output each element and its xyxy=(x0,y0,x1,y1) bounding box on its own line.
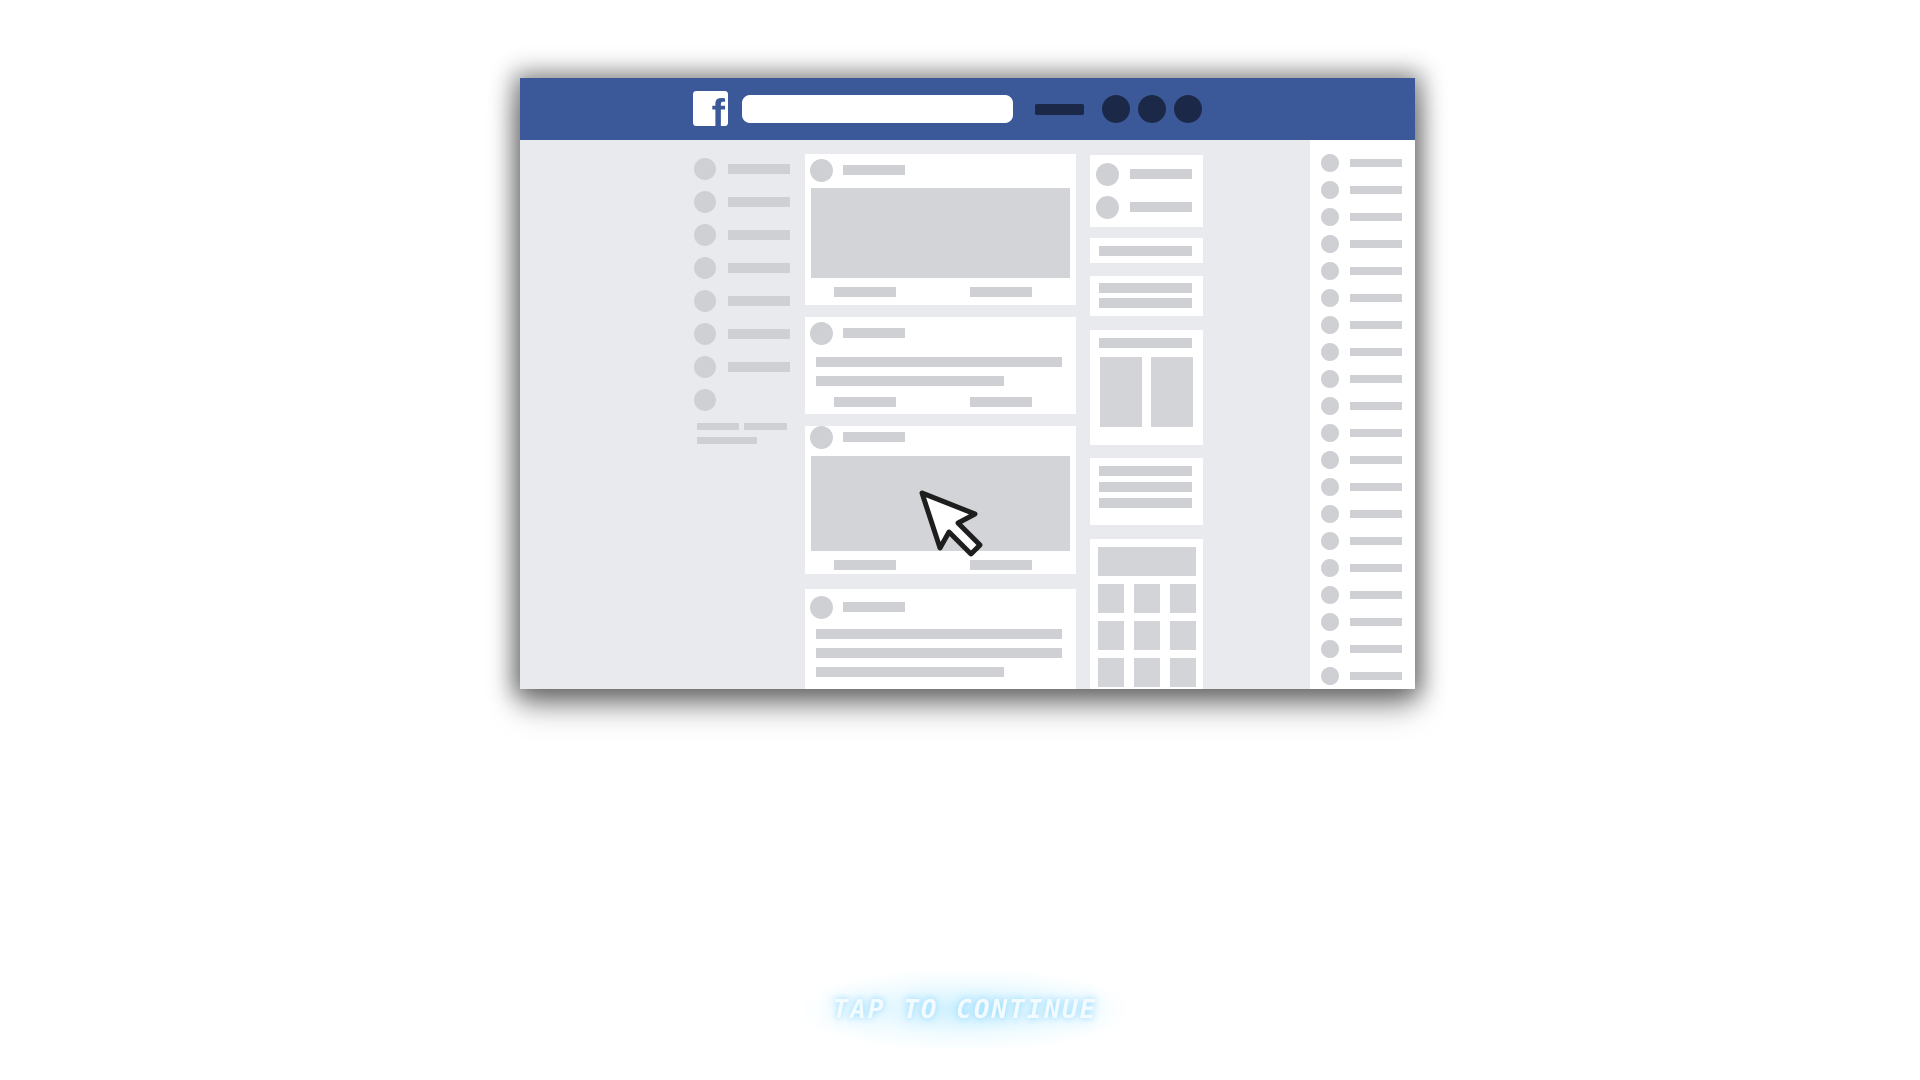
widget[interactable] xyxy=(1090,458,1203,525)
widget[interactable] xyxy=(1090,276,1203,316)
footer-link[interactable] xyxy=(744,423,787,430)
menu-icon[interactable] xyxy=(1035,104,1084,115)
tap-to-continue-label: TAP TO CONTINUE xyxy=(832,995,1098,1025)
search-input[interactable] xyxy=(742,95,1013,123)
friend-requests-icon[interactable] xyxy=(1102,95,1130,123)
feed-post[interactable] xyxy=(805,589,1076,689)
photos-widget[interactable] xyxy=(1090,539,1203,689)
avatar xyxy=(810,596,833,619)
post-image xyxy=(811,188,1070,278)
like-action xyxy=(834,560,896,570)
comment-action xyxy=(970,397,1032,407)
tap-to-continue-button[interactable]: TAP TO CONTINUE xyxy=(805,970,1125,1050)
footer-link[interactable] xyxy=(697,437,757,444)
footer-link[interactable] xyxy=(697,423,739,430)
contacts-widget[interactable] xyxy=(1090,155,1203,227)
feed-post[interactable] xyxy=(805,317,1076,414)
browser-window: f xyxy=(520,78,1415,689)
widget[interactable] xyxy=(1090,330,1203,445)
feed-post[interactable] xyxy=(805,154,1076,305)
facebook-logo-icon[interactable]: f xyxy=(693,91,728,126)
notifications-icon[interactable] xyxy=(1174,95,1202,123)
avatar xyxy=(810,426,833,449)
avatar xyxy=(810,322,833,345)
comment-action xyxy=(970,287,1032,297)
widget[interactable] xyxy=(1090,238,1203,263)
top-navigation-bar: f xyxy=(520,78,1415,140)
like-action xyxy=(834,287,896,297)
messages-icon[interactable] xyxy=(1138,95,1166,123)
chat-sidebar xyxy=(1310,140,1415,689)
page-content xyxy=(520,140,1415,689)
like-action xyxy=(834,397,896,407)
avatar xyxy=(810,159,833,182)
logo-letter: f xyxy=(711,92,725,126)
mouse-pointer-icon xyxy=(919,490,983,557)
